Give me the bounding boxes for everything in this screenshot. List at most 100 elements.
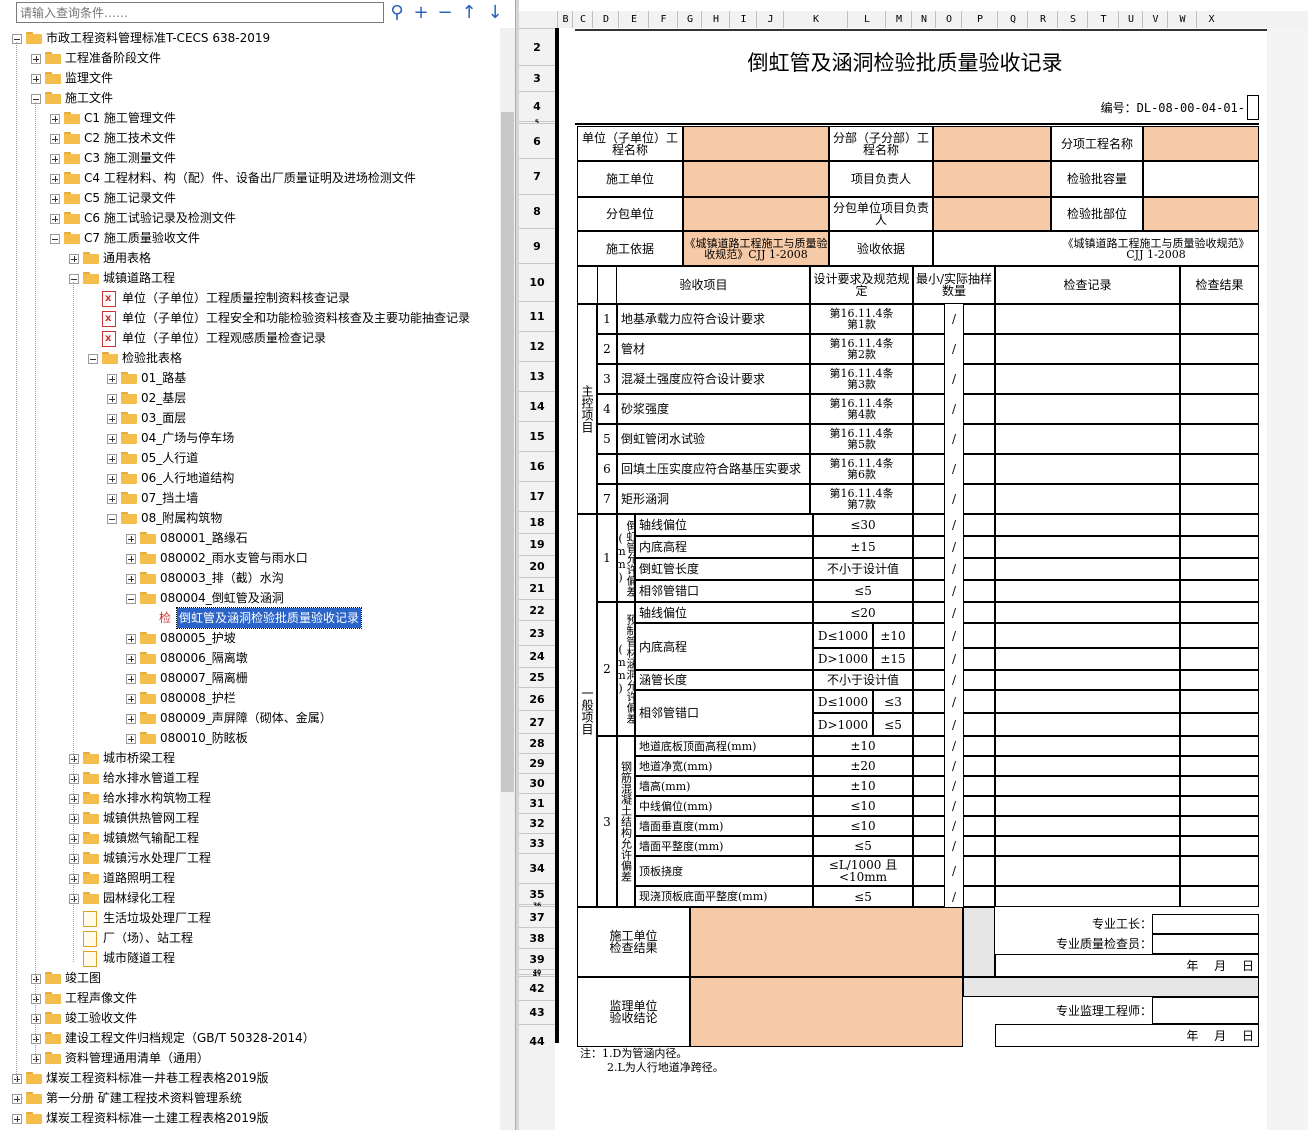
row-header-cell[interactable]: 31 xyxy=(519,793,555,813)
expand-icon[interactable] xyxy=(69,794,79,804)
row-header-cell[interactable]: 35 xyxy=(519,883,555,904)
actual-sample-cell[interactable] xyxy=(963,514,995,536)
tree-node[interactable]: 080007_隔离栅 xyxy=(0,668,498,688)
expand-icon[interactable] xyxy=(126,574,136,584)
column-header-cell[interactable]: I xyxy=(729,11,757,28)
min-sample-cell[interactable] xyxy=(913,580,945,602)
check-result-cell[interactable] xyxy=(1180,394,1259,424)
min-sample-cell[interactable] xyxy=(913,364,945,394)
column-header-cell[interactable]: O xyxy=(935,11,962,28)
check-result-cell[interactable] xyxy=(1180,514,1259,536)
check-record-cell[interactable] xyxy=(995,796,1180,816)
expand-icon[interactable] xyxy=(31,994,41,1004)
row-header-cell[interactable]: 21 xyxy=(519,577,555,599)
tree-node[interactable]: 煤炭工程资料标准一土建工程表格2019版 xyxy=(0,1108,498,1128)
expand-icon[interactable] xyxy=(69,254,79,264)
tree-node[interactable]: C6 施工试验记录及检测文件 xyxy=(0,208,498,228)
tree-node[interactable]: 通用表格 xyxy=(0,248,498,268)
tree-node[interactable]: 02_基层 xyxy=(0,388,498,408)
tree-node[interactable]: 给水排水管道工程 xyxy=(0,768,498,788)
min-sample-cell[interactable] xyxy=(913,648,945,670)
tree-node[interactable]: 厂（场）、站工程 xyxy=(0,928,498,948)
expand-icon[interactable] xyxy=(31,974,41,984)
check-record-cell[interactable] xyxy=(995,394,1180,424)
min-sample-cell[interactable] xyxy=(913,713,945,736)
actual-sample-cell[interactable] xyxy=(963,816,995,836)
tree-node[interactable]: 施工文件 xyxy=(0,88,498,108)
min-sample-cell[interactable] xyxy=(913,690,945,713)
tree-node[interactable]: 单位（子单位）工程质量控制资料核查记录 xyxy=(0,288,498,309)
check-record-cell[interactable] xyxy=(995,690,1180,713)
row-header-cell[interactable]: 39 xyxy=(519,948,555,969)
min-sample-cell[interactable] xyxy=(913,816,945,836)
check-record-cell[interactable] xyxy=(995,836,1180,856)
min-sample-cell[interactable] xyxy=(913,536,945,558)
actual-sample-cell[interactable] xyxy=(963,690,995,713)
expand-icon[interactable] xyxy=(69,774,79,784)
check-record-cell[interactable] xyxy=(995,514,1180,536)
tree-node[interactable]: 生活垃圾处理厂工程 xyxy=(0,908,498,928)
tree-scrollbar-thumb[interactable] xyxy=(501,112,514,792)
check-result-cell[interactable] xyxy=(1180,536,1259,558)
actual-sample-cell[interactable] xyxy=(963,736,995,756)
check-result-cell[interactable] xyxy=(1180,713,1259,736)
check-result-cell[interactable] xyxy=(1180,648,1259,670)
column-header-cell[interactable]: L xyxy=(847,11,886,28)
expand-icon[interactable] xyxy=(31,54,41,64)
check-result-cell[interactable] xyxy=(1180,602,1259,623)
inspector-input[interactable] xyxy=(1152,934,1259,954)
tree-node[interactable]: 城市桥梁工程 xyxy=(0,748,498,768)
row-header-cell[interactable]: 3 xyxy=(519,65,555,91)
row-header-cell[interactable]: 28 xyxy=(519,733,555,753)
check-result-cell[interactable] xyxy=(1180,454,1259,484)
tree-node[interactable]: 资料管理通用清单（通用） xyxy=(0,1048,498,1068)
expand-icon[interactable] xyxy=(126,734,136,744)
min-sample-cell[interactable] xyxy=(913,776,945,796)
actual-sample-cell[interactable] xyxy=(963,536,995,558)
expand-icon[interactable] xyxy=(107,454,117,464)
column-header-cell[interactable]: S xyxy=(1057,11,1088,28)
tree-node[interactable]: C2 施工技术文件 xyxy=(0,128,498,148)
check-record-cell[interactable] xyxy=(995,648,1180,670)
search-icon[interactable]: ⚲ xyxy=(386,2,408,24)
tree-node[interactable]: 建设工程文件归档规定（GB/T 50328-2014） xyxy=(0,1028,498,1048)
actual-sample-cell[interactable] xyxy=(963,713,995,736)
supervision-input[interactable] xyxy=(690,977,963,1047)
column-header-cell[interactable]: T xyxy=(1087,11,1119,28)
check-record-cell[interactable] xyxy=(995,756,1180,776)
column-header-cell[interactable]: E xyxy=(618,11,649,28)
row-header-cell[interactable]: 15 xyxy=(519,421,555,451)
row-header-cell[interactable]: 23 xyxy=(519,620,555,645)
search-input[interactable] xyxy=(16,2,384,23)
tree-node[interactable]: 06_人行地道结构 xyxy=(0,468,498,488)
column-header-cell[interactable]: G xyxy=(677,11,702,28)
check-record-cell[interactable] xyxy=(995,776,1180,796)
min-sample-cell[interactable] xyxy=(913,886,945,907)
actual-sample-cell[interactable] xyxy=(963,856,995,886)
check-record-cell[interactable] xyxy=(995,602,1180,623)
row-header-cell[interactable]: 4 xyxy=(519,91,555,121)
tree-node[interactable]: 03_面层 xyxy=(0,408,498,428)
min-sample-cell[interactable] xyxy=(913,856,945,886)
expand-icon[interactable] xyxy=(31,1054,41,1064)
min-sample-cell[interactable] xyxy=(913,736,945,756)
check-record-cell[interactable] xyxy=(995,536,1180,558)
column-header-cell[interactable]: H xyxy=(701,11,730,28)
tree-node[interactable]: 080005_护坡 xyxy=(0,628,498,648)
min-sample-cell[interactable] xyxy=(913,558,945,580)
tree-node[interactable]: 煤炭工程资料标准一井巷工程表格2019版 xyxy=(0,1068,498,1088)
column-header-cell[interactable]: U xyxy=(1118,11,1143,28)
row-header-cell[interactable]: 32 xyxy=(519,813,555,833)
row-header-cell[interactable]: 33 xyxy=(519,833,555,853)
check-result-cell[interactable] xyxy=(1180,623,1259,648)
column-header-cell[interactable]: D xyxy=(592,11,619,28)
code-input[interactable] xyxy=(1247,95,1259,120)
row-header-cell[interactable]: 22 xyxy=(519,599,555,620)
check-record-cell[interactable] xyxy=(995,424,1180,454)
expand-icon[interactable] xyxy=(126,554,136,564)
expand-icon[interactable] xyxy=(69,874,79,884)
check-result-cell[interactable] xyxy=(1180,856,1259,886)
column-header-cell[interactable]: B xyxy=(557,11,573,28)
column-header-cell[interactable]: Q xyxy=(997,11,1028,28)
actual-sample-cell[interactable] xyxy=(963,776,995,796)
